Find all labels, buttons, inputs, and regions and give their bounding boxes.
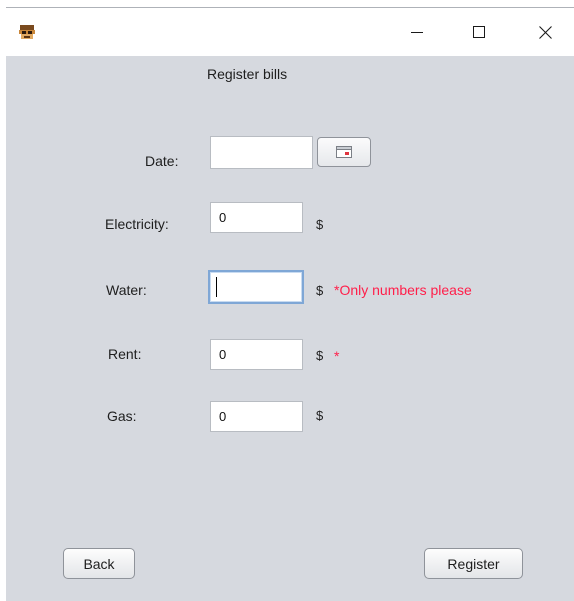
app-window: Register bills Date: Electricity: $ Wate… <box>6 7 574 601</box>
electricity-field[interactable] <box>210 202 303 233</box>
title-bar[interactable] <box>6 8 574 56</box>
calendar-icon <box>336 146 352 158</box>
water-label: Water: <box>106 282 147 298</box>
water-error-message: *Only numbers please <box>334 282 472 298</box>
form-panel: Register bills Date: Electricity: $ Wate… <box>6 56 574 601</box>
date-label: Date: <box>145 153 179 169</box>
gas-currency: $ <box>316 408 324 423</box>
close-button[interactable] <box>522 8 568 56</box>
minimize-button[interactable] <box>394 8 440 56</box>
electricity-currency: $ <box>316 217 324 232</box>
rent-field[interactable] <box>210 339 303 370</box>
rent-currency: $ <box>316 348 324 363</box>
rent-error-marker: * <box>334 348 340 364</box>
maximize-button[interactable] <box>456 8 502 56</box>
app-icon <box>19 25 35 39</box>
register-button[interactable]: Register <box>424 548 523 579</box>
form-title: Register bills <box>207 66 288 82</box>
date-picker-button[interactable] <box>317 137 371 167</box>
maximize-icon <box>473 26 485 38</box>
water-currency: $ <box>316 283 324 298</box>
back-button[interactable]: Back <box>63 548 135 579</box>
minimize-icon <box>411 32 423 33</box>
text-caret <box>216 277 217 297</box>
electricity-label: Electricity: <box>105 216 169 232</box>
water-field[interactable] <box>208 270 304 304</box>
date-field[interactable] <box>210 136 313 169</box>
rent-label: Rent: <box>108 346 142 362</box>
close-icon <box>538 25 552 39</box>
gas-label: Gas: <box>107 408 137 424</box>
gas-field[interactable] <box>210 401 303 432</box>
